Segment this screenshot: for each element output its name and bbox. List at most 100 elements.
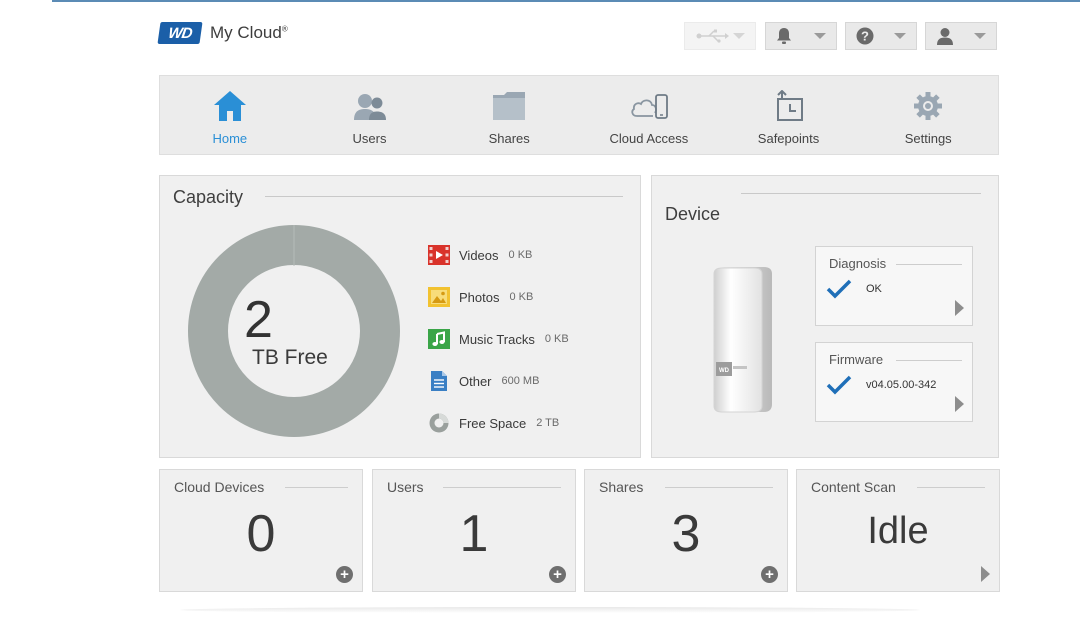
free-space-icon (428, 412, 450, 434)
free-capacity-number: 2 (244, 291, 273, 349)
main-nav: Home Users Shares Cloud Access Safepoint… (159, 75, 999, 155)
document-icon (428, 370, 450, 392)
donut-free-space (188, 225, 400, 437)
add-icon[interactable]: + (761, 566, 778, 583)
photo-icon (428, 286, 450, 308)
brand-name: My Cloud® (210, 23, 288, 42)
usb-icon (695, 29, 729, 43)
chevron-down-icon (894, 33, 906, 39)
chevron-right-icon[interactable] (981, 566, 990, 582)
stat-title: Cloud Devices (174, 479, 265, 495)
capacity-title: Capacity (173, 187, 244, 207)
top-accent-line (52, 0, 1080, 2)
user-icon (936, 27, 954, 45)
nav-cloud-access[interactable]: Cloud Access (579, 76, 719, 154)
title-rule (265, 196, 623, 197)
chevron-down-icon (974, 33, 986, 39)
nav-label: Settings (904, 131, 952, 146)
legend-name: Photos (459, 289, 500, 305)
card-rule (917, 487, 985, 488)
legend-item-free-space: Free Space 2 TB (428, 402, 569, 444)
bottom-shadow (180, 607, 920, 613)
add-icon[interactable]: + (336, 566, 353, 583)
legend-name: Videos (459, 247, 499, 263)
folder-icon (492, 89, 526, 123)
video-icon (428, 244, 450, 266)
music-icon (428, 328, 450, 350)
nav-label: Shares (488, 131, 530, 146)
free-capacity-label: TB Free (252, 346, 328, 369)
svg-text:WD: WD (719, 368, 730, 374)
stat-value: Idle (867, 510, 929, 552)
legend-value: 600 MB (501, 375, 540, 387)
chevron-right-icon[interactable] (955, 300, 964, 316)
legend-item-other: Other 600 MB (428, 360, 569, 402)
capacity-panel: Capacity 2 TB Free Videos 0 KB Photos 0 … (159, 175, 641, 458)
legend-value: 0 KB (509, 291, 534, 303)
capacity-legend: Videos 0 KB Photos 0 KB Music Tracks 0 K… (428, 234, 569, 444)
bell-icon (776, 27, 792, 45)
nav-label: Safepoints (757, 131, 820, 146)
content-scan-card[interactable]: Content Scan Idle (796, 469, 1000, 592)
stat-title: Shares (599, 479, 644, 495)
check-icon (826, 375, 852, 395)
device-panel: Device WD Diagnosis OK Firmware v04.05.0… (651, 175, 999, 458)
stat-title: Content Scan (811, 479, 896, 495)
legend-item-photos: Photos 0 KB (428, 276, 569, 318)
firmware-value: v04.05.00-342 (866, 379, 937, 391)
card-rule (896, 360, 962, 361)
help-button[interactable]: ? (845, 22, 917, 50)
stat-value: 3 (671, 505, 701, 563)
firmware-card[interactable]: Firmware v04.05.00-342 (815, 342, 973, 422)
card-rule (285, 487, 348, 488)
legend-name: Other (459, 373, 492, 389)
diagnosis-card[interactable]: Diagnosis OK (815, 246, 973, 326)
diagnosis-title: Diagnosis (829, 256, 887, 271)
chevron-right-icon[interactable] (955, 396, 964, 412)
nav-label: Cloud Access (609, 131, 689, 146)
users-card[interactable]: Users 1 + (372, 469, 576, 592)
stat-title: Users (387, 479, 424, 495)
nav-label: Home (212, 131, 248, 146)
account-button[interactable] (925, 22, 997, 50)
nav-home[interactable]: Home (160, 76, 300, 154)
stat-value: 0 (246, 505, 276, 563)
legend-item-music: Music Tracks 0 KB (428, 318, 569, 360)
nav-label: Users (352, 131, 387, 146)
safepoint-icon (773, 89, 805, 123)
capacity-donut[interactable] (187, 224, 401, 438)
stat-value: 1 (459, 505, 489, 563)
diagnosis-value: OK (866, 283, 882, 295)
add-icon[interactable]: + (549, 566, 566, 583)
home-icon (213, 89, 247, 123)
nav-users[interactable]: Users (300, 76, 440, 154)
card-rule (665, 487, 773, 488)
title-rule (741, 193, 981, 194)
device-image: WD (713, 267, 772, 413)
legend-name: Music Tracks (459, 331, 535, 347)
usb-button[interactable] (684, 22, 756, 50)
cloud-devices-card[interactable]: Cloud Devices 0 + (159, 469, 363, 592)
nav-settings[interactable]: Settings (858, 76, 998, 154)
legend-value: 2 TB (536, 417, 560, 429)
shares-card[interactable]: Shares 3 + (584, 469, 788, 592)
card-rule (896, 264, 962, 265)
device-title: Device (665, 204, 721, 224)
firmware-title: Firmware (829, 352, 884, 367)
wd-logo[interactable]: WD My Cloud® (157, 22, 288, 44)
nav-safepoints[interactable]: Safepoints (719, 76, 859, 154)
question-icon: ? (856, 27, 874, 45)
check-icon (826, 279, 852, 299)
legend-item-videos: Videos 0 KB (428, 234, 569, 276)
chevron-down-icon (733, 33, 745, 39)
alerts-button[interactable] (765, 22, 837, 50)
chevron-down-icon (814, 33, 826, 39)
legend-value: 0 KB (508, 249, 533, 261)
gear-icon (913, 89, 943, 123)
users-icon (352, 89, 388, 123)
svg-text:?: ? (861, 29, 869, 44)
cloud-phone-icon (629, 89, 669, 123)
wd-badge: WD (157, 22, 203, 44)
nav-shares[interactable]: Shares (439, 76, 579, 154)
card-rule (443, 487, 561, 488)
